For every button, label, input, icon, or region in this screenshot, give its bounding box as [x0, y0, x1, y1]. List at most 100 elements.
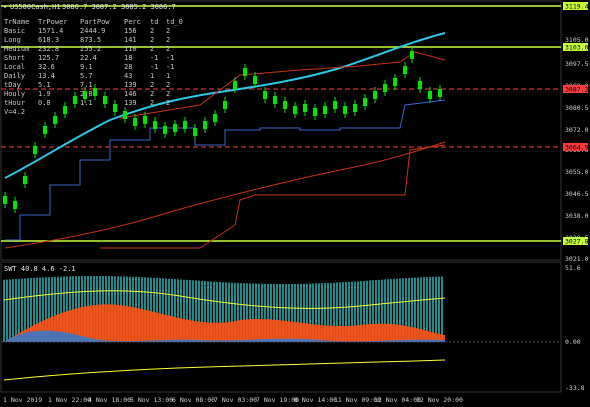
stats-cell: 139 — [124, 99, 137, 107]
stats-header: TrPower — [38, 18, 68, 26]
stats-header: PartPow — [80, 18, 110, 26]
stats-cell: 2.8 — [80, 90, 93, 98]
candle-body — [253, 76, 257, 84]
candle-body — [163, 126, 167, 134]
candle-body — [113, 104, 117, 112]
stats-cell: 43 — [124, 72, 132, 80]
time-label: 1 Nov 2019 — [3, 396, 42, 404]
oscillator-title: SWT 40.8 4.6 -2.1 — [4, 265, 76, 273]
stats-cell: 2 — [150, 99, 154, 107]
stats-cell: 1.9 — [38, 90, 51, 98]
stats-header: td — [150, 18, 158, 26]
candle-body — [383, 84, 387, 92]
stats-cell: 2 — [150, 27, 154, 35]
stats-cell: 13.4 — [38, 72, 55, 80]
stats-cell: -1 — [166, 54, 174, 62]
candle-body — [93, 88, 97, 96]
stats-cell: 2 — [150, 36, 154, 44]
candle-body — [243, 68, 247, 76]
price-tick: 3080.5 — [565, 104, 589, 112]
stats-cell: -1 — [150, 54, 158, 62]
candle-body — [103, 96, 107, 104]
oscillator-tick: -33.8 — [565, 384, 585, 392]
stats-header: TrName — [4, 18, 29, 26]
time-label: 7 Nov 03:00 — [214, 396, 257, 404]
price-tag-label: 3064.9 — [565, 144, 589, 152]
stats-cell: 125.7 — [38, 54, 59, 62]
price-tick: 3072.0 — [565, 126, 589, 134]
oscillator-tick: 0.00 — [565, 338, 581, 346]
stats-cell: 0.8 — [38, 99, 51, 107]
candle-body — [43, 126, 47, 134]
stats-cell: 28 — [124, 63, 132, 71]
time-label: 12 Nov 04:00 — [374, 396, 421, 404]
trading-chart[interactable]: TrName TrPower PartPow Perc td td_0 Basic 1571.… — [0, 0, 590, 407]
candle-body — [123, 111, 127, 119]
price-tag-label: 3087.2 — [565, 86, 589, 94]
stats-cell: 1571.4 — [38, 27, 63, 35]
stats-cell: 18 — [124, 54, 132, 62]
candle-body — [403, 66, 407, 74]
stats-cell: Medium — [4, 45, 29, 53]
stats-cell: 2 — [166, 81, 170, 89]
price-tag-label: 3119.4 — [565, 3, 589, 11]
stats-cell: -1 — [166, 63, 174, 71]
price-tick: 3046.5 — [565, 190, 589, 198]
price-tag-label: 3027.8 — [565, 238, 589, 246]
stats-cell: 5.7 — [80, 72, 93, 80]
stats-cell: 9.1 — [80, 63, 93, 71]
stats-cell: Daily — [4, 72, 25, 80]
candle-body — [193, 128, 197, 136]
stats-cell: 2 — [150, 45, 154, 53]
candle-body — [13, 201, 17, 209]
time-axis: 1 Nov 2019 1 Nov 22:004 Nov 18:005 Nov 13… — [3, 396, 463, 404]
stats-cell: Short — [4, 54, 25, 62]
candle-body — [373, 91, 377, 99]
stats-cell: 2 — [150, 90, 154, 98]
stats-cell: 5.1 — [38, 81, 51, 89]
chart-expand-icon[interactable]: ▾ — [3, 3, 7, 11]
candle-body — [133, 118, 137, 126]
candle-body — [313, 108, 317, 116]
candle-body — [203, 121, 207, 129]
candle-body — [438, 89, 442, 97]
stats-cell: 22.4 — [80, 54, 97, 62]
price-tick: 3038.0 — [565, 212, 589, 220]
stats-footer: V=4.2 — [4, 108, 25, 116]
candle-body — [63, 106, 67, 114]
candle-body — [393, 78, 397, 86]
stats-cell: 139 — [124, 81, 137, 89]
candle-body — [343, 106, 347, 114]
stats-cell: 2 — [150, 81, 154, 89]
candle-body — [263, 91, 267, 99]
stats-cell: 7.1 — [80, 81, 93, 89]
stats-cell: 156 — [124, 27, 137, 35]
stats-cell: tDay — [4, 81, 21, 89]
candle-body — [410, 51, 414, 59]
time-label: 5 Nov 13:00 — [130, 396, 173, 404]
oscillator-tick: 51.6 — [565, 264, 581, 272]
candle-body — [323, 106, 327, 114]
stats-cell: Houly — [4, 90, 25, 98]
candle-body — [213, 114, 217, 122]
candle-body — [233, 81, 237, 89]
candle-body — [23, 176, 27, 184]
candle-body — [183, 121, 187, 129]
candle-body — [33, 146, 37, 154]
time-label: 4 Nov 18:00 — [88, 396, 131, 404]
candle-body — [303, 104, 307, 112]
candle-body — [73, 96, 77, 104]
candle-body — [333, 101, 337, 109]
stats-cell: 146 — [124, 90, 137, 98]
candle-body — [283, 101, 287, 109]
candle-body — [273, 96, 277, 104]
stats-header: Perc — [124, 18, 141, 26]
candle-body — [223, 101, 227, 109]
price-tick: 3021.0 — [565, 255, 589, 263]
stats-cell: 1.1 — [80, 99, 93, 107]
candle-body — [428, 91, 432, 99]
candle-body — [173, 124, 177, 132]
candle-body — [363, 98, 367, 106]
stats-cell: tHour — [4, 99, 25, 107]
stats-cell: 2 — [166, 90, 170, 98]
